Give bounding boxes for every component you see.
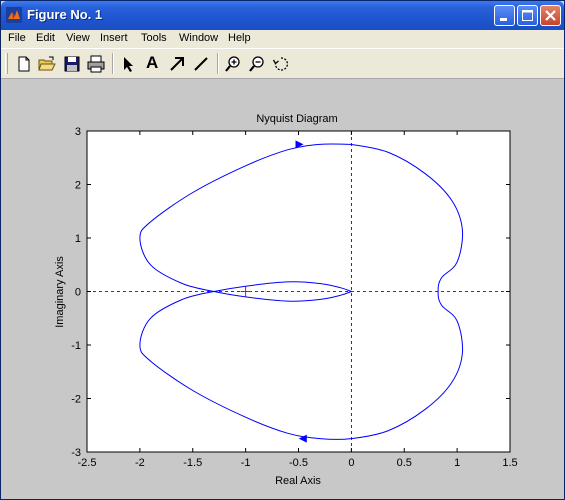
zoom-in-icon bbox=[225, 56, 240, 72]
y-tick-label: -2 bbox=[71, 394, 81, 406]
x-axis-label: Real Axis bbox=[275, 475, 321, 487]
insert-line-button[interactable] bbox=[192, 55, 210, 73]
y-tick-label: 3 bbox=[75, 126, 81, 138]
y-axis-label: Imaginary Axis bbox=[54, 256, 66, 328]
menu-edit[interactable]: Edit bbox=[36, 32, 55, 44]
floppy-disk-icon bbox=[64, 56, 80, 72]
maximize-icon bbox=[522, 10, 533, 21]
insert-text-button[interactable]: A bbox=[146, 53, 158, 73]
menu-view[interactable]: View bbox=[66, 32, 90, 44]
toolbar-separator bbox=[217, 53, 219, 74]
zoom-out-button[interactable] bbox=[248, 55, 266, 73]
minimize-icon bbox=[500, 18, 507, 21]
matlab-logo-icon bbox=[6, 7, 22, 23]
toolbar: A bbox=[1, 48, 564, 79]
x-tick-label: 1.5 bbox=[502, 457, 517, 469]
x-tick-label: -1.5 bbox=[183, 457, 202, 469]
new-file-icon bbox=[18, 56, 30, 72]
zoom-out-icon bbox=[249, 56, 264, 72]
printer-icon bbox=[87, 55, 105, 73]
x-tick-label: -2 bbox=[135, 457, 145, 469]
menu-tools[interactable]: Tools bbox=[141, 32, 167, 44]
y-tick-label: 0 bbox=[75, 287, 81, 299]
menu-bar: File Edit View Insert Tools Window Help bbox=[1, 30, 564, 48]
nyquist-plot: Nyquist Diagram -2.5 -2 -1.5 -1 -0.5 0 0.5 1 1.5… bbox=[54, 113, 518, 487]
save-button[interactable] bbox=[63, 55, 81, 73]
x-tick-label: -1 bbox=[241, 457, 251, 469]
x-tick-label: -0.5 bbox=[289, 457, 308, 469]
insert-arrow-button[interactable] bbox=[168, 55, 186, 73]
figure-window: Figure No. 1 File Edit View Insert Tools… bbox=[0, 0, 565, 500]
close-icon bbox=[545, 10, 556, 21]
figure-canvas: Nyquist Diagram -2.5 -2 -1.5 -1 -0.5 0 0.5 1 1.5… bbox=[1, 79, 564, 499]
title-bar[interactable]: Figure No. 1 bbox=[1, 1, 564, 30]
rotate-icon bbox=[272, 57, 289, 71]
minimize-button[interactable] bbox=[494, 5, 515, 26]
toolbar-grip[interactable] bbox=[5, 53, 8, 74]
close-button[interactable] bbox=[540, 5, 561, 26]
x-tick-label: 0.5 bbox=[397, 457, 412, 469]
y-tick-label: 1 bbox=[75, 233, 81, 245]
toolbar-separator bbox=[112, 53, 114, 74]
open-folder-icon bbox=[38, 56, 56, 71]
chart-title: Nyquist Diagram bbox=[256, 113, 337, 125]
x-tick-label: 0 bbox=[348, 457, 354, 469]
open-folder-button[interactable] bbox=[38, 55, 56, 73]
maximize-button[interactable] bbox=[517, 5, 538, 26]
menu-insert[interactable]: Insert bbox=[100, 32, 128, 44]
diagonal-arrow-icon bbox=[170, 57, 184, 71]
menu-file[interactable]: File bbox=[8, 32, 26, 44]
menu-window[interactable]: Window bbox=[179, 32, 218, 44]
line-icon bbox=[194, 57, 208, 71]
new-file-button[interactable] bbox=[15, 55, 33, 73]
window-title: Figure No. 1 bbox=[27, 7, 103, 22]
select-arrow-button[interactable] bbox=[120, 55, 138, 73]
x-tick-label: 1 bbox=[454, 457, 460, 469]
y-tick-label: -3 bbox=[71, 447, 81, 459]
print-button[interactable] bbox=[87, 55, 105, 73]
zoom-in-button[interactable] bbox=[224, 55, 242, 73]
cursor-arrow-icon bbox=[124, 57, 133, 72]
menu-help[interactable]: Help bbox=[228, 32, 251, 44]
y-tick-label: 2 bbox=[75, 180, 81, 192]
y-tick-label: -1 bbox=[71, 340, 81, 352]
rotate-3d-button[interactable] bbox=[272, 55, 290, 73]
